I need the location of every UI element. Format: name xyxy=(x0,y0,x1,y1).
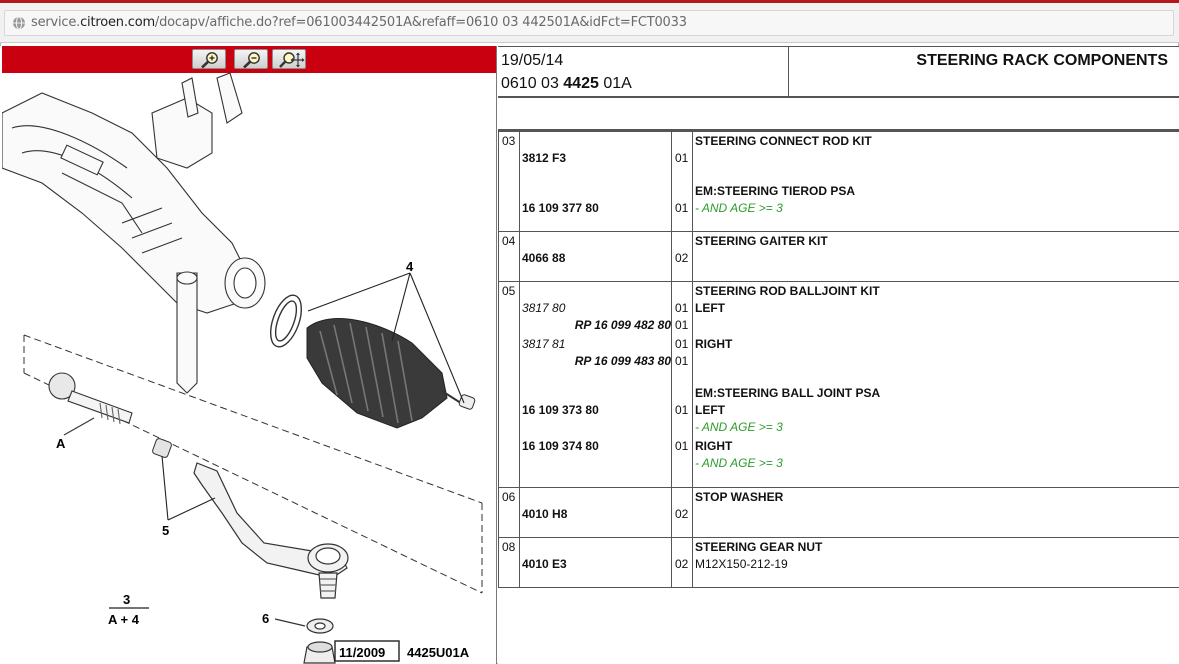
diagram-pane: 4 A 5 3 A + 4 6 8 11/2009 4425U01A xyxy=(0,46,497,664)
part-qty: 01 xyxy=(675,354,689,368)
page-title: STEERING RACK COMPONENTS xyxy=(916,52,1168,69)
table-row[interactable]: 05 3817 80 RP 16 099 482 80 3817 81 RP 1… xyxy=(498,281,1179,488)
desc-cell: STEERING ROD BALLJOINT KIT LEFT RIGHT EM… xyxy=(692,281,1179,488)
rack-housing-drawing xyxy=(1,72,266,394)
diagram-code: 4425U01A xyxy=(407,645,470,660)
exploded-view-diagram: 4 A 5 3 A + 4 6 8 11/2009 4425U01A xyxy=(1,72,496,664)
item-number: 03 xyxy=(498,131,520,232)
header-reference: 0610 03 4425 01A xyxy=(501,75,632,92)
side-label: LEFT xyxy=(695,403,725,417)
globe-icon xyxy=(13,16,25,30)
parts-header: 19/05/14 0610 03 4425 01A STEERING RACK … xyxy=(498,46,1179,98)
part-qty: 01 xyxy=(675,151,689,165)
part-description: STEERING GAITER KIT xyxy=(695,234,828,248)
side-label: LEFT xyxy=(695,301,725,315)
ref-cell: 4010 H8 xyxy=(519,487,672,538)
part-description: STEERING GEAR NUT xyxy=(695,540,823,554)
pan-zoom-icon xyxy=(279,52,305,68)
address-bar: service.citroen.com/docapv/affiche.do?re… xyxy=(0,3,1179,43)
part-ref[interactable]: 3812 F3 xyxy=(522,151,566,165)
label-5: 5 xyxy=(162,523,169,538)
part-ref[interactable]: 4010 E3 xyxy=(522,557,567,571)
item-number: 08 xyxy=(498,537,520,588)
part-qty: 01 xyxy=(675,318,689,332)
url-field[interactable]: service.citroen.com/docapv/affiche.do?re… xyxy=(4,10,1174,36)
part-qty: 01 xyxy=(675,439,689,453)
age-condition-note: - AND AGE >= 3 xyxy=(695,201,783,215)
item-number: 06 xyxy=(498,487,520,538)
part-ref[interactable]: 3817 81 xyxy=(522,337,565,351)
sub-header xyxy=(498,98,1179,131)
label-a: A xyxy=(56,436,66,451)
desc-cell: STEERING GEAR NUT M12X150-212-19 xyxy=(692,537,1179,588)
zoom-in-button[interactable] xyxy=(192,49,226,69)
part-qty: 01 xyxy=(675,301,689,315)
qty-cell: 01 01 xyxy=(671,131,693,232)
part-ref[interactable]: 4066 88 xyxy=(522,251,565,265)
part-qty: 01 xyxy=(675,201,689,215)
washer-drawing xyxy=(274,618,334,634)
pan-zoom-button[interactable] xyxy=(272,49,306,69)
label-a-plus-4: A + 4 xyxy=(108,612,140,627)
part-ref[interactable]: 16 109 377 80 xyxy=(522,201,599,215)
zoom-toolbar xyxy=(2,46,496,73)
age-condition-note: - AND AGE >= 3 xyxy=(695,456,783,470)
parts-pane: 19/05/14 0610 03 4425 01A STEERING RACK … xyxy=(498,46,1179,664)
part-ref[interactable]: 16 109 373 80 xyxy=(522,403,599,417)
item-number: 04 xyxy=(498,231,520,282)
part-description: STOP WASHER xyxy=(695,490,784,504)
part-description: STEERING ROD BALLJOINT KIT xyxy=(695,284,880,298)
part-qty: 02 xyxy=(675,507,689,521)
part-ref[interactable]: 3817 80 xyxy=(522,301,565,315)
header-divider xyxy=(788,47,789,97)
parts-table: 03 3812 F3 16 109 377 80 01 01 STEERING … xyxy=(498,131,1179,588)
zoom-out-icon xyxy=(243,52,260,69)
diagram-date: 11/2009 xyxy=(339,645,385,660)
url-text: service.citroen.com/docapv/affiche.do?re… xyxy=(31,15,687,30)
part-qty: 01 xyxy=(675,337,689,351)
zoom-out-button[interactable] xyxy=(234,49,268,69)
side-label: RIGHT xyxy=(695,439,733,453)
ref-cell: 3812 F3 16 109 377 80 xyxy=(519,131,672,232)
part-qty: 02 xyxy=(675,557,689,571)
part-ref[interactable]: 16 109 374 80 xyxy=(522,439,599,453)
qty-cell: 02 xyxy=(671,487,693,538)
inner-tie-rod-drawing xyxy=(48,372,133,436)
part-ref[interactable]: 4010 H8 xyxy=(522,507,567,521)
qty-cell: 02 xyxy=(671,231,693,282)
desc-cell: STEERING GAITER KIT xyxy=(692,231,1179,282)
replacement-ref[interactable]: RP 16 099 483 80 xyxy=(575,354,671,368)
age-condition-note: - AND AGE >= 3 xyxy=(695,420,783,434)
part-description: EM:STEERING TIEROD PSA xyxy=(695,184,856,198)
table-row[interactable]: 08 4010 E3 02 STEERING GEAR NUT M12X150-… xyxy=(498,537,1179,588)
part-description: EM:STEERING BALL JOINT PSA xyxy=(695,386,881,400)
ref-cell: 3817 80 RP 16 099 482 80 3817 81 RP 16 0… xyxy=(519,281,672,488)
steering-gaiter-drawing xyxy=(306,318,465,429)
header-date: 19/05/14 xyxy=(501,52,564,69)
part-description: STEERING CONNECT ROD KIT xyxy=(695,134,872,148)
qty-cell: 01 01 01 01 01 01 xyxy=(671,281,693,488)
part-qty: 01 xyxy=(675,403,689,417)
table-row[interactable]: 04 4066 88 02 STEERING GAITER KIT xyxy=(498,231,1179,282)
side-label: RIGHT xyxy=(695,337,733,351)
part-qty: 02 xyxy=(675,251,689,265)
stop-washer-drawing xyxy=(152,438,172,458)
label-3: 3 xyxy=(123,592,130,607)
desc-cell: STEERING CONNECT ROD KIT EM:STEERING TIE… xyxy=(692,131,1179,232)
ball-joint-drawing xyxy=(193,462,349,599)
label-6: 6 xyxy=(262,611,269,626)
item-number: 05 xyxy=(498,281,520,488)
qty-cell: 02 xyxy=(671,537,693,588)
replacement-ref[interactable]: RP 16 099 482 80 xyxy=(575,318,671,332)
desc-cell: STOP WASHER xyxy=(692,487,1179,538)
clip-ring-drawing xyxy=(269,294,303,348)
table-row[interactable]: 03 3812 F3 16 109 377 80 01 01 STEERING … xyxy=(498,131,1179,232)
zoom-in-icon xyxy=(201,52,218,69)
table-row[interactable]: 06 4010 H8 02 STOP WASHER xyxy=(498,487,1179,538)
ref-cell: 4010 E3 xyxy=(519,537,672,588)
steering-rack-drawing: 4 A 5 3 A + 4 6 8 11/2009 4425U01A xyxy=(1,72,483,664)
part-spec: M12X150-212-19 xyxy=(695,557,788,571)
ref-cell: 4066 88 xyxy=(519,231,672,282)
label-4: 4 xyxy=(406,259,414,274)
